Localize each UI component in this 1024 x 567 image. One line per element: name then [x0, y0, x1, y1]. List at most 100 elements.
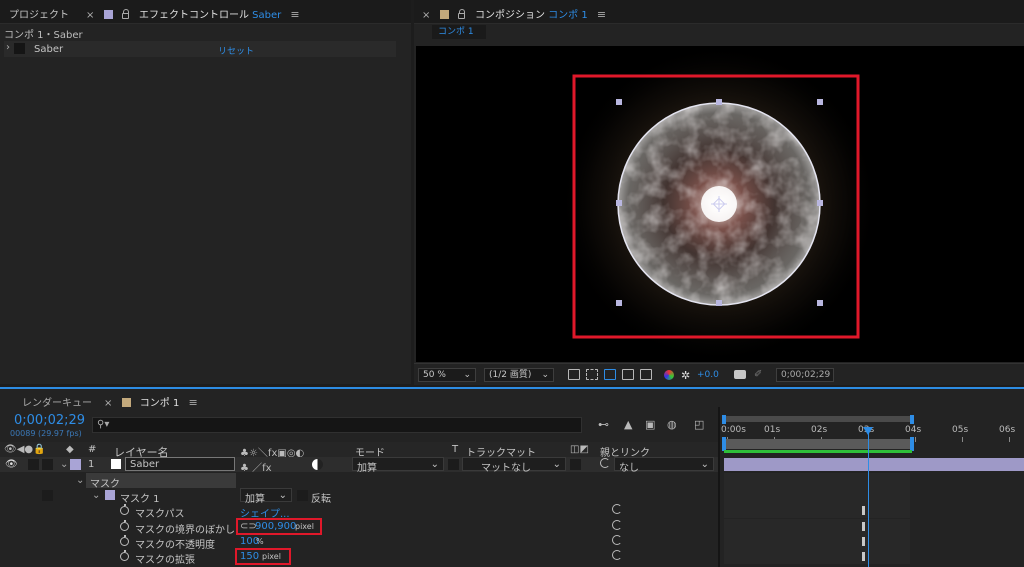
- invert-checkbox[interactable]: [297, 490, 308, 501]
- matte-toggle[interactable]: [570, 459, 581, 470]
- motion-blur-icon[interactable]: ◍: [667, 418, 677, 431]
- parent-select[interactable]: なし ⌄: [614, 457, 714, 474]
- layer-name-field[interactable]: Saber: [125, 457, 235, 471]
- shy-layers-icon[interactable]: ▣: [645, 418, 655, 431]
- close-icon[interactable]: ×: [104, 398, 112, 409]
- camera-snapshot-icon[interactable]: [734, 370, 746, 379]
- pick-whip-icon[interactable]: [612, 520, 622, 530]
- stopwatch-icon[interactable]: [120, 550, 129, 561]
- audio-toggle[interactable]: [28, 459, 39, 470]
- lock-icon[interactable]: [457, 9, 465, 19]
- pick-whip-icon[interactable]: [612, 535, 622, 545]
- mask-visibility-icon[interactable]: [604, 369, 616, 380]
- transparency-grid-icon[interactable]: [586, 369, 598, 380]
- expand-chevron-icon[interactable]: ⌄: [76, 475, 84, 486]
- channel-icon[interactable]: [664, 370, 674, 380]
- stopwatch-icon[interactable]: [120, 535, 129, 546]
- lock-icon[interactable]: [121, 9, 129, 19]
- pick-whip-icon[interactable]: [600, 458, 610, 468]
- fast-preview-icon[interactable]: [568, 369, 580, 380]
- tab-timeline-label: コンポ 1: [139, 398, 180, 409]
- work-area-bar[interactable]: [724, 439, 912, 449]
- mask-mode-select[interactable]: 加算 ⌄: [240, 488, 292, 505]
- prop-mask-path[interactable]: マスクパス シェイプ...: [0, 503, 720, 520]
- playhead[interactable]: [863, 427, 873, 567]
- draft-3d-icon[interactable]: ▲: [624, 418, 632, 431]
- stopwatch-icon[interactable]: [120, 520, 129, 531]
- work-area-end[interactable]: [910, 437, 914, 451]
- ruler-tick-label: 0:00s: [721, 425, 746, 435]
- graph-editor-icon[interactable]: ◰: [694, 418, 704, 431]
- search-icon: ⚲▾: [97, 419, 110, 430]
- expand-chevron-icon[interactable]: ⌄: [92, 490, 100, 501]
- exposure-value[interactable]: +0.0: [697, 370, 719, 380]
- adjustment-icon[interactable]: [312, 459, 323, 470]
- tab-composition[interactable]: × コンポジション コンポ 1 ≡: [422, 6, 606, 21]
- ruler-tick: [1009, 437, 1010, 442]
- panel-menu-icon[interactable]: ≡: [189, 396, 198, 409]
- stopwatch-icon[interactable]: [120, 504, 129, 515]
- timeline-track: [724, 549, 910, 564]
- grid-guides-icon[interactable]: [640, 369, 652, 380]
- prop-mask-expansion[interactable]: マスクの拡張 150 pixel: [0, 548, 720, 566]
- show-snapshot-icon[interactable]: ✐: [754, 369, 762, 380]
- tab-project[interactable]: プロジェクト: [9, 6, 69, 21]
- av-switches-icon: 👁◀●🔒: [4, 444, 46, 455]
- mask1-row[interactable]: ⌄ マスク 1 加算 ⌄ 反転: [0, 488, 720, 505]
- work-area-start[interactable]: [722, 437, 726, 451]
- prop-name: マスクの拡張: [135, 555, 195, 566]
- layer-duration-bar[interactable]: [724, 458, 1024, 471]
- timeline-panel: レンダーキュー × コンポ 1 ≡ 0;00;02;29 00089 (29.9…: [0, 387, 1024, 567]
- layer-row[interactable]: 👁 ⌄ 1 Saber ♣ ／fx 加算 ⌄ マットなし ⌄ なし ⌄: [0, 457, 720, 474]
- layer-search-input[interactable]: ⚲▾: [92, 417, 582, 433]
- playhead-handle-icon[interactable]: [863, 427, 873, 435]
- tab-timeline-comp[interactable]: × コンポ 1 ≡: [104, 394, 198, 409]
- tab-render-queue[interactable]: レンダーキュー: [22, 394, 92, 409]
- column-header: 👁◀●🔒 ◆ # レイヤー名 ♣☼＼fx▣◎◐ モード T トラックマット ◫◩…: [0, 442, 720, 459]
- keyframe-marker[interactable]: [862, 522, 865, 531]
- close-icon[interactable]: ×: [86, 10, 94, 21]
- label-swatch-icon: [439, 10, 449, 19]
- layer-switch-icons[interactable]: ♣ ／fx: [240, 459, 272, 474]
- navigator-end-handle[interactable]: [910, 415, 914, 424]
- resolution-select[interactable]: (1/2 画質) ⌄: [484, 368, 554, 382]
- prop-mask-opacity[interactable]: マスクの不透明度 100 %: [0, 534, 720, 551]
- prop-mask-feather[interactable]: マスクの境界のぼかし ⊂⊃ 900,900 pixel: [0, 518, 720, 536]
- reset-link[interactable]: リセット: [218, 44, 254, 57]
- solo-toggle[interactable]: [42, 459, 53, 470]
- highlight-box-expansion: [235, 548, 291, 565]
- zoom-select[interactable]: 50 % ⌄: [418, 368, 476, 382]
- layer-label-color[interactable]: [70, 459, 81, 470]
- panel-menu-icon[interactable]: ≡: [290, 8, 299, 21]
- navigator-start-handle[interactable]: [722, 415, 726, 424]
- panel-menu-icon[interactable]: ≡: [597, 8, 606, 21]
- mask-group-row[interactable]: ⌄ マスク: [0, 473, 720, 490]
- mask-lock-toggle[interactable]: [42, 490, 53, 501]
- tab-effect-controls[interactable]: × エフェクトコントロール Saber ≡: [86, 6, 300, 21]
- exposure-reset-icon[interactable]: ✲: [681, 369, 690, 382]
- breadcrumb: コンポ 1・Saber: [4, 30, 83, 41]
- composition-canvas[interactable]: [416, 46, 1024, 362]
- keyframe-marker[interactable]: [862, 552, 865, 561]
- preserve-transparency-toggle[interactable]: [448, 459, 459, 470]
- keyframe-marker[interactable]: [862, 537, 865, 546]
- region-of-interest-icon[interactable]: [622, 369, 634, 380]
- col-t: T: [452, 444, 459, 455]
- expand-chevron-icon[interactable]: ›: [6, 42, 10, 53]
- expand-chevron-icon[interactable]: ⌄: [60, 459, 68, 470]
- mask-color-swatch[interactable]: [105, 490, 115, 500]
- time-navigator[interactable]: [724, 416, 912, 422]
- pick-whip-icon[interactable]: [612, 550, 622, 560]
- pick-whip-icon[interactable]: [612, 504, 622, 514]
- keyframe-marker[interactable]: [862, 506, 865, 515]
- close-icon[interactable]: ×: [422, 10, 430, 21]
- comp-flowchart-icon[interactable]: ⊷: [598, 418, 609, 431]
- viewer-timecode[interactable]: 0;00;02;29: [776, 368, 834, 382]
- comp-nav-tab[interactable]: コンポ 1: [432, 25, 486, 39]
- blend-mode-select[interactable]: 加算 ⌄: [352, 457, 444, 474]
- eye-icon[interactable]: 👁: [5, 459, 18, 470]
- track-matte-select[interactable]: マットなし ⌄: [462, 457, 566, 474]
- highlight-box-feather: [236, 518, 322, 535]
- fx-toggle[interactable]: [14, 43, 25, 54]
- timeline-timecode[interactable]: 0;00;02;29: [14, 413, 85, 428]
